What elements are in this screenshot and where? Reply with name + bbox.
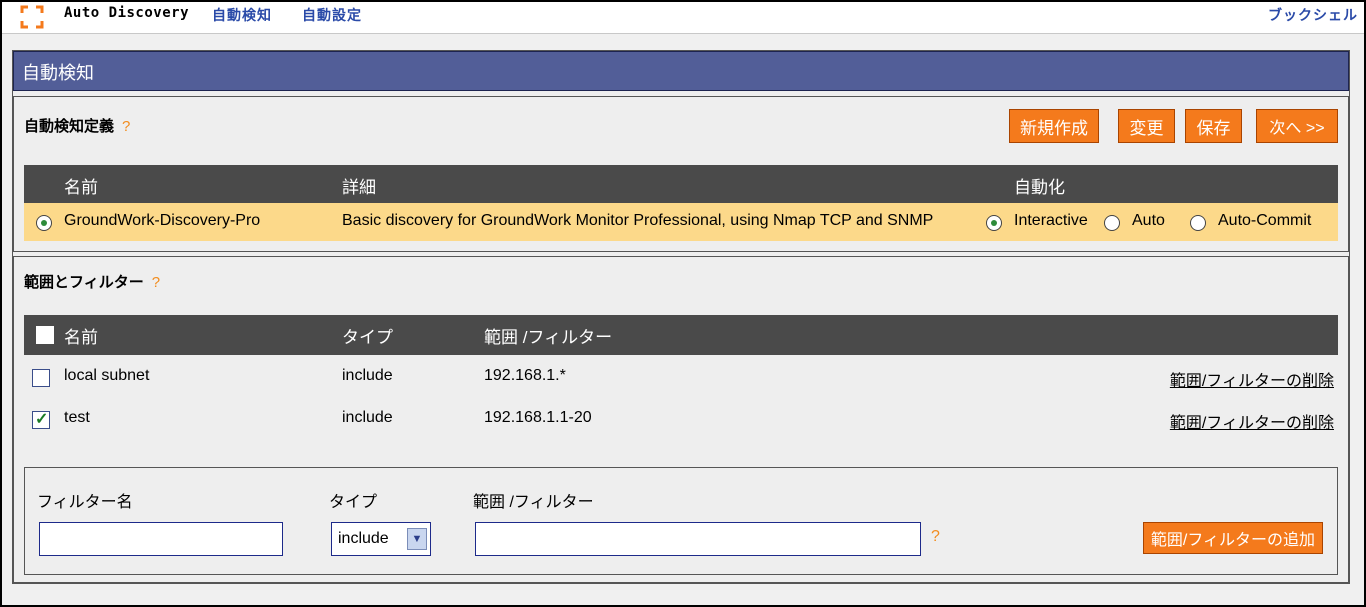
definition-help-icon[interactable]: ? bbox=[122, 118, 130, 135]
chevron-down-icon[interactable]: ▼ bbox=[407, 528, 427, 550]
filter-range: 192.168.1.* bbox=[484, 367, 566, 384]
mode-auto-label: Auto bbox=[1132, 212, 1165, 229]
filter-name-label: フィルター名 bbox=[37, 494, 133, 511]
definition-name: GroundWork-Discovery-Pro bbox=[64, 212, 261, 229]
definition-title-text: 自動検知定義 bbox=[24, 118, 115, 135]
delete-filter-link[interactable]: 範囲/フィルターの削除 bbox=[1170, 367, 1334, 391]
col-name: 名前 bbox=[64, 178, 98, 197]
filters-table-header: 名前 タイプ 範囲 /フィルター bbox=[24, 315, 1338, 355]
definition-select-radio[interactable] bbox=[36, 215, 52, 231]
definition-section: 自動検知定義? 新規作成 変更 保存 次へ >> 名前 詳細 自動化 Groun… bbox=[13, 96, 1349, 252]
mode-auto-radio[interactable] bbox=[1104, 215, 1120, 231]
select-all-checkbox[interactable] bbox=[36, 326, 54, 344]
filter-range-label: 範囲 /フィルター bbox=[473, 494, 594, 511]
filters-title: 範囲とフィルター? bbox=[24, 271, 160, 292]
col-detail: 詳細 bbox=[342, 178, 376, 197]
filter-type: include bbox=[342, 409, 393, 426]
filter-row-checkbox[interactable] bbox=[32, 369, 50, 387]
nav-auto-discovery[interactable]: 自動検知 bbox=[212, 5, 272, 25]
add-filter-form: フィルター名 タイプ 範囲 /フィルター include ▼ ? 範囲/フィルタ… bbox=[24, 467, 1338, 575]
filter-type: include bbox=[342, 367, 393, 384]
delete-filter-link[interactable]: 範囲/フィルターの削除 bbox=[1170, 409, 1334, 433]
new-button[interactable]: 新規作成 bbox=[1009, 109, 1099, 143]
definition-title: 自動検知定義? bbox=[24, 115, 130, 136]
save-button[interactable]: 保存 bbox=[1185, 109, 1242, 143]
mode-interactive-label: Interactive bbox=[1014, 212, 1088, 229]
edit-button[interactable]: 変更 bbox=[1118, 109, 1175, 143]
nav-auto-config[interactable]: 自動設定 bbox=[302, 5, 362, 25]
app-title: Auto Discovery bbox=[64, 5, 190, 21]
filters-title-text: 範囲とフィルター bbox=[24, 274, 144, 291]
range-help-icon[interactable]: ? bbox=[931, 528, 940, 546]
filter-range-input[interactable] bbox=[475, 522, 921, 556]
filter-type-value: include bbox=[338, 530, 389, 547]
filter-row: test include 192.168.1.1-20 範囲/フィルターの削除 bbox=[24, 401, 1338, 439]
page-title: 自動検知 bbox=[13, 51, 1349, 91]
mode-auto-commit-radio[interactable] bbox=[1190, 215, 1206, 231]
add-filter-button[interactable]: 範囲/フィルターの追加 bbox=[1143, 522, 1323, 554]
col-filter-name: 名前 bbox=[64, 328, 98, 347]
filter-row: local subnet include 192.168.1.* 範囲/フィルタ… bbox=[24, 359, 1338, 397]
filter-type-label: タイプ bbox=[329, 494, 378, 511]
groundwork-logo-icon bbox=[20, 5, 44, 29]
col-automation: 自動化 bbox=[1014, 178, 1065, 197]
definition-table-header: 名前 詳細 自動化 bbox=[24, 165, 1338, 203]
main-panel: 自動検知 自動検知定義? 新規作成 変更 保存 次へ >> 名前 詳細 自動化 … bbox=[12, 50, 1350, 584]
filters-help-icon[interactable]: ? bbox=[152, 274, 160, 291]
next-button[interactable]: 次へ >> bbox=[1256, 109, 1338, 143]
bookshelf-link[interactable]: ブックシェル bbox=[1268, 5, 1358, 25]
mode-auto-commit-label: Auto-Commit bbox=[1218, 212, 1312, 229]
filter-name: local subnet bbox=[64, 367, 150, 384]
filter-range: 192.168.1.1-20 bbox=[484, 409, 592, 426]
filters-section: 範囲とフィルター? 名前 タイプ 範囲 /フィルター local subnet … bbox=[13, 256, 1349, 583]
mode-interactive-radio[interactable] bbox=[986, 215, 1002, 231]
filter-name: test bbox=[64, 409, 90, 426]
col-filter-type: タイプ bbox=[342, 328, 393, 347]
definition-detail: Basic discovery for GroundWork Monitor P… bbox=[342, 212, 934, 229]
filter-row-checkbox[interactable] bbox=[32, 409, 50, 429]
col-filter-range: 範囲 /フィルター bbox=[484, 328, 613, 347]
definition-row[interactable]: GroundWork-Discovery-Pro Basic discovery… bbox=[24, 203, 1338, 241]
filter-type-select[interactable]: include ▼ bbox=[331, 522, 431, 556]
top-bar: Auto Discovery 自動検知 自動設定 ブックシェル bbox=[2, 2, 1364, 34]
filter-name-input[interactable] bbox=[39, 522, 283, 556]
